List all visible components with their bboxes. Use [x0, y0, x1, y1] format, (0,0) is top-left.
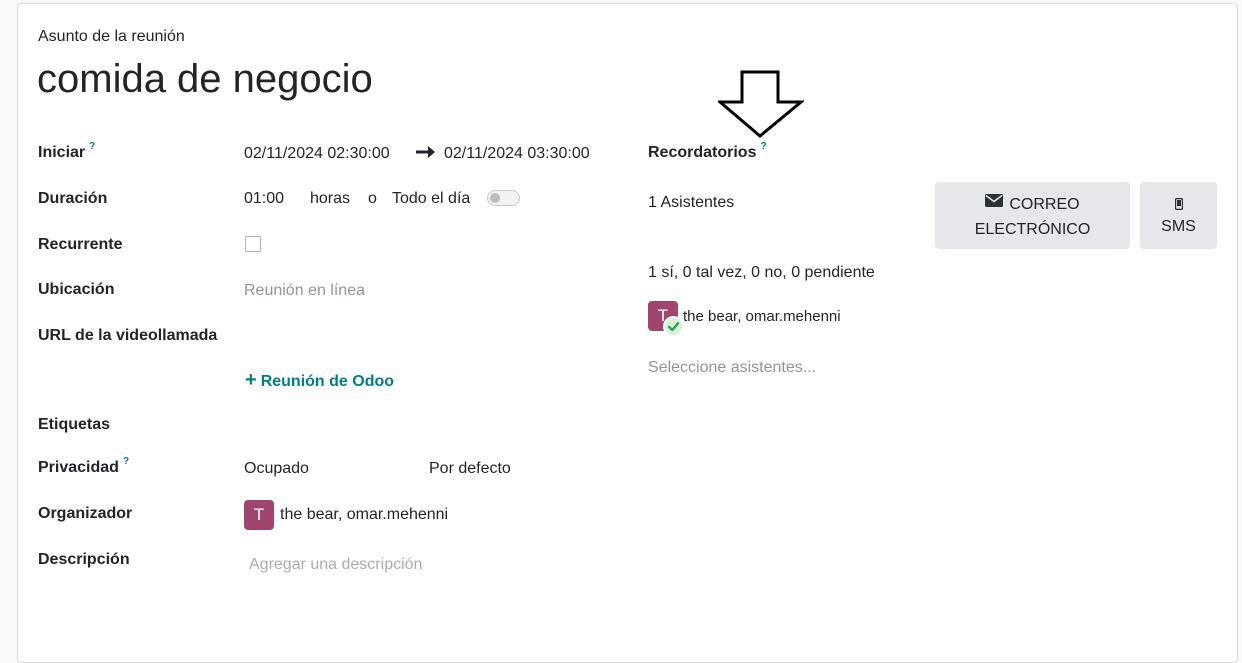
organizer-label: Organizador: [38, 505, 133, 522]
odoo-meeting-link-text: Reunión de Odoo: [260, 373, 395, 390]
tags-label: Etiquetas: [38, 416, 111, 433]
videocall-label: URL de la videollamada: [38, 327, 218, 344]
sms-button-text: SMS: [1161, 218, 1196, 235]
duration-label: Duración: [38, 190, 108, 207]
description-label: Descripción: [38, 551, 130, 568]
email-button-text1: CORREO: [1009, 196, 1080, 213]
reminders-label: Recordatorios?: [648, 141, 767, 162]
location-label: Ubicación: [38, 281, 115, 298]
privacy-label-text: Privacidad: [38, 459, 119, 476]
reminders-help-icon[interactable]: ?: [760, 141, 766, 152]
check-circle-icon: [663, 316, 684, 337]
attendees-count: 1 Asistentes: [648, 194, 735, 211]
select-attendees-input[interactable]: Seleccione asistentes...: [648, 359, 816, 377]
attendee-name[interactable]: the bear, omar.mehenni: [683, 308, 841, 325]
privacy-label: Privacidad?: [38, 456, 129, 477]
start-label: Iniciar?: [38, 141, 95, 162]
attendance-summary: 1 sí, 0 tal vez, 0 no, 0 pendiente: [648, 264, 875, 281]
envelope-icon: [985, 190, 1004, 215]
privacy-select[interactable]: Por defecto: [429, 460, 511, 478]
duration-unit: horas: [310, 190, 351, 207]
duration-field[interactable]: 01:00: [244, 190, 284, 208]
start-label-text: Iniciar: [38, 144, 86, 161]
organizer-avatar: T: [244, 500, 274, 530]
email-button-text2: ELECTRÓNICO: [974, 221, 1091, 239]
allday-label: Todo el día: [392, 190, 471, 207]
organizer-name[interactable]: the bear, omar.mehenni: [280, 506, 448, 524]
plus-icon: +: [245, 369, 257, 391]
odoo-meeting-link[interactable]: + Reunión de Odoo: [245, 369, 395, 391]
recurrent-label: Recurrente: [38, 236, 123, 253]
location-input[interactable]: Reunión en línea: [244, 282, 365, 300]
subject-label: Asunto de la reunión: [38, 28, 185, 45]
sms-button[interactable]: SMS: [1140, 182, 1217, 249]
privacy-help-icon[interactable]: ?: [123, 456, 129, 467]
start-help-icon[interactable]: ?: [89, 141, 95, 152]
email-button-line1: CORREO: [935, 192, 1130, 217]
meeting-title[interactable]: comida de negocio: [37, 55, 373, 103]
arrow-right-icon: [416, 144, 435, 165]
end-datetime-field[interactable]: 02/11/2024 03:30:00: [444, 145, 590, 163]
start-datetime-field[interactable]: 02/11/2024 02:30:00: [244, 145, 390, 163]
down-arrow-annotation-icon: [715, 70, 806, 143]
reminders-label-text: Recordatorios: [648, 144, 757, 161]
description-input[interactable]: Agregar una descripción: [249, 556, 422, 574]
toggle-knob: [490, 193, 500, 203]
email-button[interactable]: CORREO ELECTRÓNICO: [935, 182, 1130, 249]
duration-or: o: [368, 190, 377, 207]
show-as-select[interactable]: Ocupado: [244, 460, 309, 478]
recurrent-checkbox[interactable]: [245, 236, 261, 252]
allday-toggle[interactable]: [487, 190, 520, 206]
